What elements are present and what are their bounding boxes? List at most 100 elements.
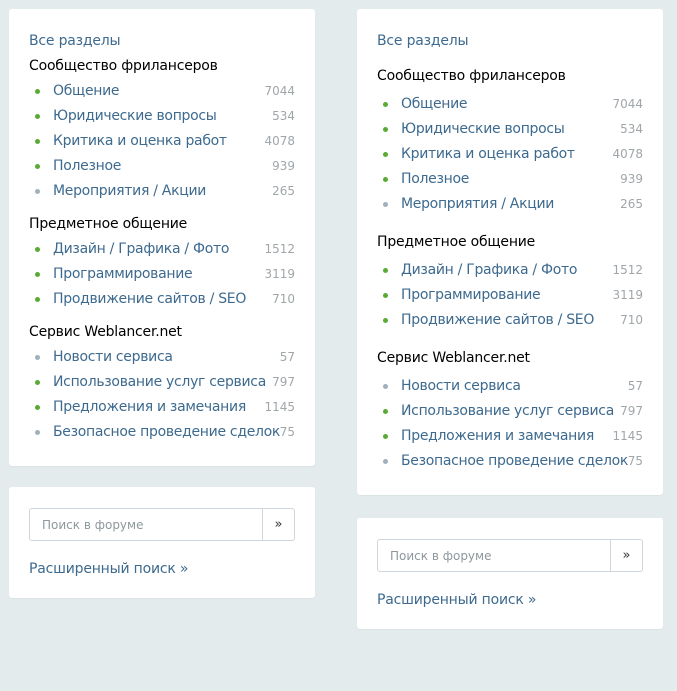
- group-title-subject[interactable]: Предметное общение: [377, 234, 643, 251]
- bullet-icon: [383, 177, 388, 182]
- all-sections-link[interactable]: Все разделы: [377, 33, 643, 50]
- forum-item[interactable]: Безопасное проведение сделок 75: [377, 453, 643, 478]
- forum-link[interactable]: Юридические вопросы: [401, 121, 565, 138]
- bullet-icon: [383, 152, 388, 157]
- search-submit-button[interactable]: »: [611, 539, 643, 572]
- forum-item[interactable]: Предложения и замечания 1145: [377, 428, 643, 453]
- bullet-icon: [383, 268, 388, 273]
- search-form: »: [29, 508, 295, 541]
- forum-list-community: Общение 7044 Юридические вопросы 534 Крити…: [29, 83, 295, 208]
- topic-count: 710: [620, 313, 643, 327]
- bullet-icon: [383, 202, 388, 207]
- topic-count: 57: [627, 379, 643, 393]
- forum-link[interactable]: Мероприятия / Акции: [53, 183, 206, 200]
- forum-link[interactable]: Мероприятия / Акции: [401, 196, 554, 213]
- forum-link[interactable]: Дизайн / Графика / Фото: [53, 241, 229, 258]
- topic-count: 7044: [264, 84, 295, 98]
- bullet-icon: [35, 247, 40, 252]
- topic-count: 797: [620, 404, 643, 418]
- forum-link[interactable]: Новости сервиса: [401, 378, 521, 395]
- search-input[interactable]: [29, 508, 263, 541]
- forum-link[interactable]: Использование услуг сервиса: [401, 403, 614, 420]
- forum-item[interactable]: Предложения и замечания 1145: [29, 399, 295, 424]
- bullet-icon: [35, 272, 40, 277]
- forum-link[interactable]: Продвижение сайтов / SEO: [401, 312, 594, 329]
- forum-item[interactable]: Продвижение сайтов / SEO 710: [377, 312, 643, 337]
- topic-count: 534: [620, 122, 643, 136]
- bullet-icon: [35, 139, 40, 144]
- forum-item[interactable]: Мероприятия / Акции 265: [377, 196, 643, 221]
- bullet-icon: [35, 380, 40, 385]
- forum-categories-panel: Все разделы Сообщество фрилансеров Общен…: [9, 9, 315, 466]
- group-title-service[interactable]: Сервис Weblancer.net: [29, 324, 295, 341]
- bullet-icon: [35, 164, 40, 169]
- forum-link[interactable]: Критика и оценка работ: [53, 133, 227, 150]
- forum-item[interactable]: Юридические вопросы 534: [29, 108, 295, 133]
- forum-list-subject: Дизайн / Графика / Фото 1512 Программиров…: [29, 241, 295, 316]
- forum-link[interactable]: Предложения и замечания: [53, 399, 246, 416]
- forum-link[interactable]: Программирование: [53, 266, 193, 283]
- forum-item[interactable]: Использование услуг сервиса 797: [29, 374, 295, 399]
- forum-link[interactable]: Дизайн / Графика / Фото: [401, 262, 577, 279]
- bullet-icon: [35, 297, 40, 302]
- forum-link[interactable]: Продвижение сайтов / SEO: [53, 291, 246, 308]
- forum-link[interactable]: Критика и оценка работ: [401, 146, 575, 163]
- bullet-icon: [35, 89, 40, 94]
- forum-item[interactable]: Новости сервиса 57: [377, 378, 643, 403]
- forum-link[interactable]: Общение: [401, 96, 468, 113]
- topic-count: 4078: [264, 134, 295, 148]
- forum-link[interactable]: Программирование: [401, 287, 541, 304]
- topic-count: 1145: [612, 429, 643, 443]
- forum-item[interactable]: Полезное 939: [29, 158, 295, 183]
- search-submit-button[interactable]: »: [263, 508, 295, 541]
- bullet-icon: [35, 405, 40, 410]
- forum-item[interactable]: Юридические вопросы 534: [377, 121, 643, 146]
- group-title-subject[interactable]: Предметное общение: [29, 216, 295, 233]
- topic-count: 7044: [612, 97, 643, 111]
- topic-count: 265: [620, 197, 643, 211]
- topic-count: 797: [272, 375, 295, 389]
- forum-item[interactable]: Использование услуг сервиса 797: [377, 403, 643, 428]
- bullet-icon: [383, 318, 388, 323]
- forum-link[interactable]: Полезное: [53, 158, 121, 175]
- forum-list-service: Новости сервиса 57 Использование услуг се…: [377, 378, 643, 478]
- advanced-search-link[interactable]: Расширенный поиск »: [29, 561, 295, 578]
- topic-count: 75: [279, 425, 295, 439]
- group-title-service[interactable]: Сервис Weblancer.net: [377, 350, 643, 367]
- forum-item[interactable]: Программирование 3119: [377, 287, 643, 312]
- topic-count: 75: [627, 454, 643, 468]
- forum-link[interactable]: Безопасное проведение сделок: [401, 453, 628, 470]
- group-title-community[interactable]: Сообщество фрилансеров: [29, 58, 295, 75]
- bullet-icon: [383, 384, 388, 389]
- advanced-search-link[interactable]: Расширенный поиск »: [377, 592, 643, 609]
- forum-item[interactable]: Общение 7044: [29, 83, 295, 108]
- left-sidebar: Все разделы Сообщество фрилансеров Общен…: [9, 9, 315, 598]
- forum-link[interactable]: Общение: [53, 83, 120, 100]
- forum-link[interactable]: Предложения и замечания: [401, 428, 594, 445]
- forum-item[interactable]: Программирование 3119: [29, 266, 295, 291]
- forum-item[interactable]: Критика и оценка работ 4078: [377, 146, 643, 171]
- topic-count: 710: [272, 292, 295, 306]
- bullet-icon: [35, 355, 40, 360]
- all-sections-link[interactable]: Все разделы: [29, 33, 295, 50]
- search-input[interactable]: [377, 539, 611, 572]
- forum-item[interactable]: Критика и оценка работ 4078: [29, 133, 295, 158]
- topic-count: 265: [272, 184, 295, 198]
- forum-item[interactable]: Полезное 939: [377, 171, 643, 196]
- forum-item[interactable]: Продвижение сайтов / SEO 710: [29, 291, 295, 316]
- forum-link[interactable]: Новости сервиса: [53, 349, 173, 366]
- forum-link[interactable]: Безопасное проведение сделок: [53, 424, 280, 441]
- forum-item[interactable]: Мероприятия / Акции 265: [29, 183, 295, 208]
- forum-item[interactable]: Новости сервиса 57: [29, 349, 295, 374]
- forum-categories-panel: Все разделы Сообщество фрилансеров Общен…: [357, 9, 663, 495]
- forum-item[interactable]: Безопасное проведение сделок 75: [29, 424, 295, 449]
- forum-item[interactable]: Дизайн / Графика / Фото 1512: [29, 241, 295, 266]
- forum-item[interactable]: Общение 7044: [377, 96, 643, 121]
- forum-link[interactable]: Использование услуг сервиса: [53, 374, 266, 391]
- bullet-icon: [383, 102, 388, 107]
- group-title-community[interactable]: Сообщество фрилансеров: [377, 68, 643, 85]
- forum-item[interactable]: Дизайн / Графика / Фото 1512: [377, 262, 643, 287]
- bullet-icon: [383, 127, 388, 132]
- forum-link[interactable]: Юридические вопросы: [53, 108, 217, 125]
- forum-link[interactable]: Полезное: [401, 171, 469, 188]
